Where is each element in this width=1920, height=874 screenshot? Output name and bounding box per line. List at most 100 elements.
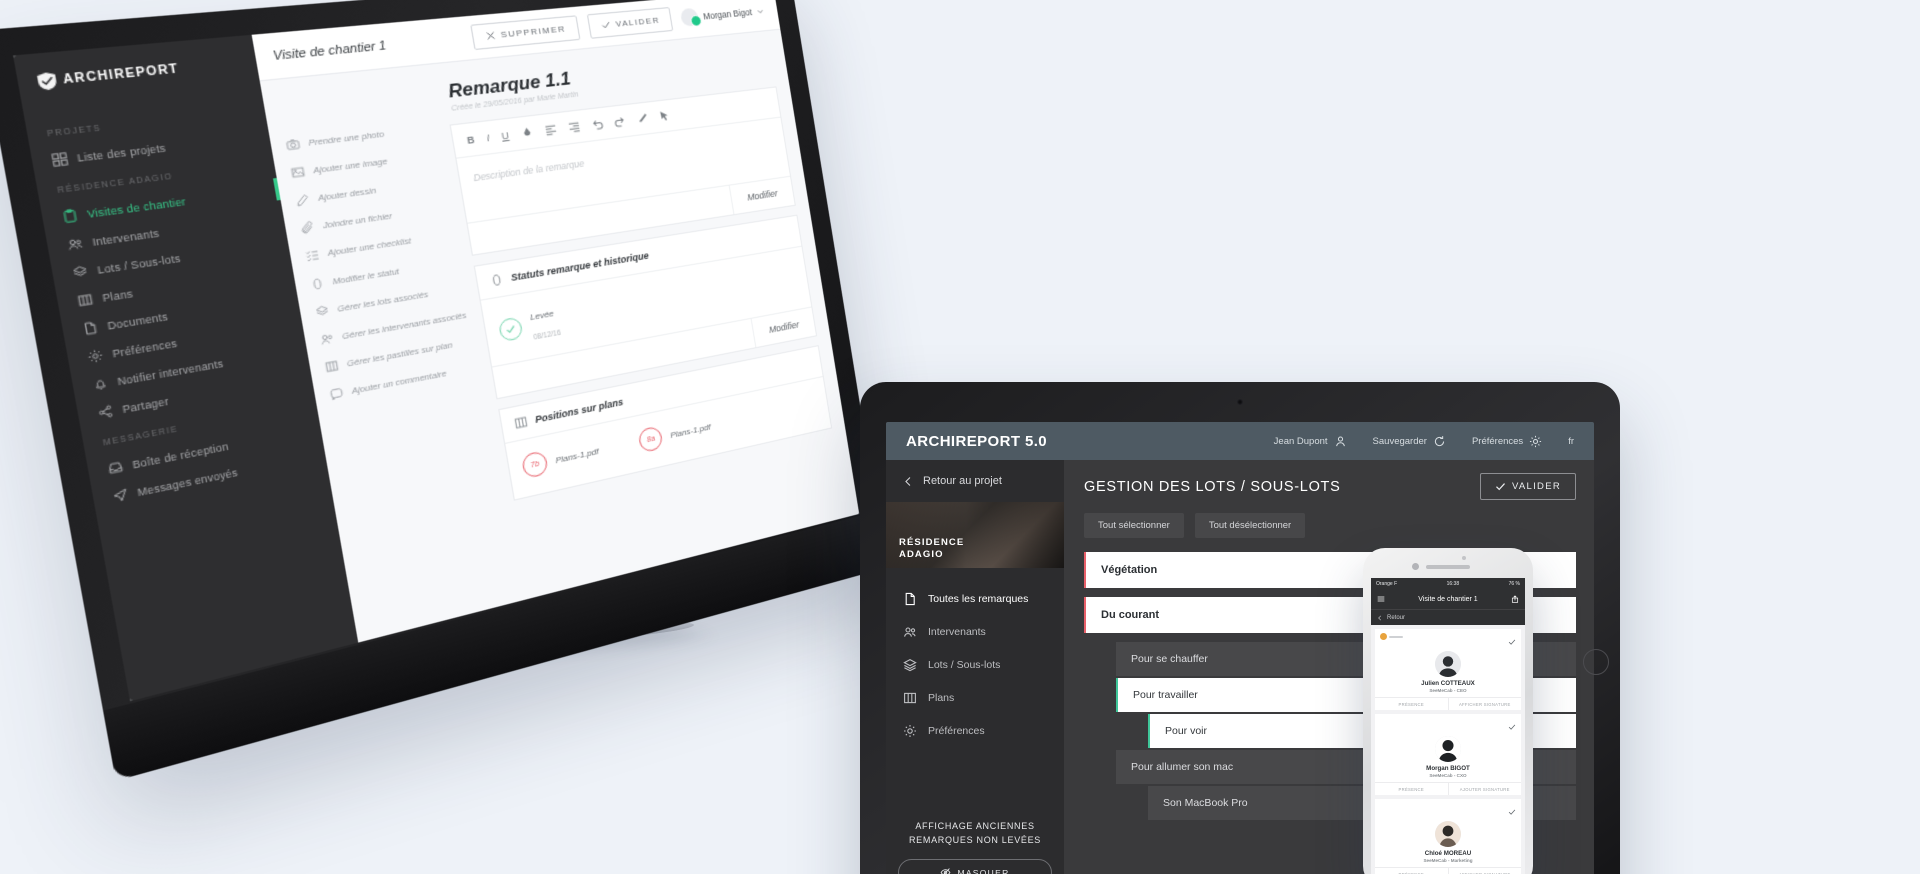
users-icon bbox=[319, 331, 335, 346]
preferences-button[interactable]: Préférences bbox=[1472, 435, 1542, 448]
presence-button[interactable]: PRÉSENCE bbox=[1375, 783, 1448, 795]
status-icon bbox=[310, 276, 326, 291]
bell-icon bbox=[92, 376, 110, 392]
hamburger-icon[interactable] bbox=[1377, 595, 1385, 603]
plan-item[interactable]: 8a Plans-1.pdf bbox=[637, 415, 712, 454]
ipad-nav-item-plans[interactable]: Plans bbox=[886, 681, 1064, 714]
user-menu[interactable]: Morgan Bigot bbox=[680, 2, 765, 27]
language-label: fr bbox=[1568, 435, 1574, 447]
avatar bbox=[1435, 651, 1461, 677]
ipad-nav-item-intervenants[interactable]: Intervenants bbox=[886, 615, 1064, 648]
layers-icon bbox=[314, 304, 330, 319]
close-icon bbox=[485, 30, 497, 41]
contact-card-top bbox=[1375, 799, 1521, 821]
action-label: Modifier le statut bbox=[331, 265, 400, 287]
modifier-button[interactable]: Modifier bbox=[728, 176, 795, 215]
contact-actions: PRÉSENCE AFFICHER SIGNATURE bbox=[1375, 867, 1521, 874]
ipad-toolbar: Jean Dupont Sauvegarder Préférences fr bbox=[1274, 435, 1574, 448]
export-icon[interactable] bbox=[1511, 595, 1519, 603]
check-icon[interactable] bbox=[1508, 803, 1516, 821]
user-menu[interactable]: Jean Dupont bbox=[1274, 435, 1347, 448]
check-icon[interactable] bbox=[1508, 633, 1516, 651]
signature-button[interactable]: AJOUTER SIGNATURE bbox=[1447, 783, 1522, 795]
project-thumbnail[interactable]: RÉSIDENCE ADAGIO bbox=[886, 502, 1064, 568]
contact-role: SeeMeCab - Marketing bbox=[1423, 858, 1473, 863]
eraser-icon[interactable] bbox=[635, 112, 648, 125]
showcase-scene: ARCHIREPORT PROJETS Liste des projets RÉ… bbox=[0, 0, 1920, 874]
deselect-all-button[interactable]: Tout désélectionner bbox=[1194, 513, 1306, 538]
signature-button[interactable]: AFFICHER SIGNATURE bbox=[1447, 868, 1522, 874]
signature-button[interactable]: AFFICHER SIGNATURE bbox=[1447, 698, 1522, 710]
presence-button[interactable]: PRÉSENCE bbox=[1375, 868, 1448, 874]
action-label: Ajouter dessin bbox=[317, 185, 377, 204]
language-selector[interactable]: fr bbox=[1568, 436, 1574, 447]
select-all-button[interactable]: Tout sélectionner bbox=[1084, 513, 1184, 538]
validate-button[interactable]: VALIDER bbox=[1479, 473, 1576, 500]
battery-label: 76 % bbox=[1508, 580, 1521, 587]
contact-actions: PRÉSENCE AFFICHER SIGNATURE bbox=[1375, 697, 1521, 710]
sidebar-item-label: Partager bbox=[121, 394, 170, 415]
ios-back-button[interactable]: Retour bbox=[1371, 609, 1525, 625]
ios-nav-title: Visite de chantier 1 bbox=[1418, 595, 1478, 603]
ipad-nav-item-preferences[interactable]: Préférences bbox=[886, 714, 1064, 747]
presence-dot-icon bbox=[1380, 633, 1387, 640]
align-right-icon[interactable] bbox=[567, 120, 581, 133]
bold-button[interactable]: B bbox=[466, 134, 475, 146]
columns-icon bbox=[76, 292, 94, 308]
plan-name: Plans-1.pdf bbox=[669, 421, 712, 440]
eye-off-icon bbox=[940, 867, 951, 874]
clock-label: 16:38 bbox=[1446, 580, 1460, 587]
comment-icon bbox=[329, 387, 345, 402]
ipad-nav-label: Lots / Sous-lots bbox=[928, 658, 1001, 671]
color-icon[interactable] bbox=[520, 126, 534, 139]
ipad-nav-item-toutes-les-remarques[interactable]: Toutes les remarques bbox=[886, 582, 1064, 615]
ipad-home-button[interactable] bbox=[1583, 649, 1609, 675]
selection-buttons: Tout sélectionner Tout désélectionner bbox=[1084, 513, 1576, 552]
chevron-down-icon[interactable] bbox=[756, 6, 765, 15]
validate-button[interactable]: VALIDER bbox=[586, 6, 674, 39]
status-badge bbox=[690, 14, 703, 27]
italic-button[interactable]: I bbox=[486, 132, 491, 143]
status-date: 08/12/16 bbox=[533, 329, 562, 342]
avatar bbox=[680, 7, 703, 27]
send-icon bbox=[112, 487, 129, 503]
undo-icon[interactable] bbox=[590, 118, 603, 131]
sidebar-item-label: Plans bbox=[101, 286, 134, 304]
cursor-icon[interactable] bbox=[658, 110, 671, 123]
ios-status-bar: Orange F 16:38 76 % bbox=[1371, 578, 1525, 589]
ipad-nav-label: Intervenants bbox=[928, 625, 986, 638]
validate-button-label: VALIDER bbox=[614, 15, 661, 29]
check-icon[interactable] bbox=[1508, 718, 1516, 736]
ipad-topbar: ARCHIREPORT 5.0 Jean Dupont Sauvegarder … bbox=[886, 422, 1594, 460]
file-icon bbox=[82, 320, 100, 336]
list-item[interactable]: Julien COTTEAUX SeeMeCab - CEO PRÉSENCE … bbox=[1375, 629, 1521, 710]
ios-back-label: Retour bbox=[1387, 614, 1406, 621]
presence-button[interactable]: PRÉSENCE bbox=[1375, 698, 1448, 710]
back-label: Retour au projet bbox=[923, 475, 1002, 487]
status-icon bbox=[489, 272, 505, 287]
back-to-project-button[interactable]: Retour au projet bbox=[886, 460, 1064, 502]
masquer-button[interactable]: MASQUER bbox=[898, 859, 1052, 874]
preferences-label: Préférences bbox=[1471, 435, 1524, 447]
save-button[interactable]: Sauvegarder bbox=[1373, 435, 1446, 448]
iphone-speaker bbox=[1426, 565, 1470, 569]
refresh-icon bbox=[1433, 435, 1446, 448]
plan-item[interactable]: 7b Plans-1.pdf bbox=[520, 439, 601, 480]
contact-name: Julien COTTEAUX bbox=[1421, 680, 1475, 687]
ipad-sidebar-footer: AFFICHAGE ANCIENNES REMARQUES NON LEVÉES… bbox=[886, 820, 1064, 874]
ios-contacts-list: Julien COTTEAUX SeeMeCab - CEO PRÉSENCE … bbox=[1371, 625, 1525, 874]
list-item[interactable]: Chloé MOREAU SeeMeCab - Marketing PRÉSEN… bbox=[1375, 799, 1521, 874]
contact-actions: PRÉSENCE AJOUTER SIGNATURE bbox=[1375, 782, 1521, 795]
ipad-nav-item-lots-sous-lots[interactable]: Lots / Sous-lots bbox=[886, 648, 1064, 681]
clipboard-icon bbox=[61, 208, 79, 223]
align-left-icon[interactable] bbox=[543, 123, 557, 136]
delete-button[interactable]: SUPPRIMER bbox=[470, 15, 581, 51]
contact-card-top bbox=[1375, 629, 1521, 651]
action-label: Joindre un fichier bbox=[322, 210, 393, 231]
check-icon bbox=[1495, 481, 1506, 492]
list-item[interactable]: Morgan BIGOT SeeMeCab - CXO PRÉSENCE AJO… bbox=[1375, 714, 1521, 795]
underline-button[interactable]: U bbox=[501, 129, 510, 141]
affichage-label: AFFICHAGE ANCIENNES REMARQUES NON LEVÉES bbox=[908, 821, 1042, 846]
redo-icon[interactable] bbox=[613, 115, 626, 128]
plan-name: Plans-1.pdf bbox=[554, 445, 600, 465]
